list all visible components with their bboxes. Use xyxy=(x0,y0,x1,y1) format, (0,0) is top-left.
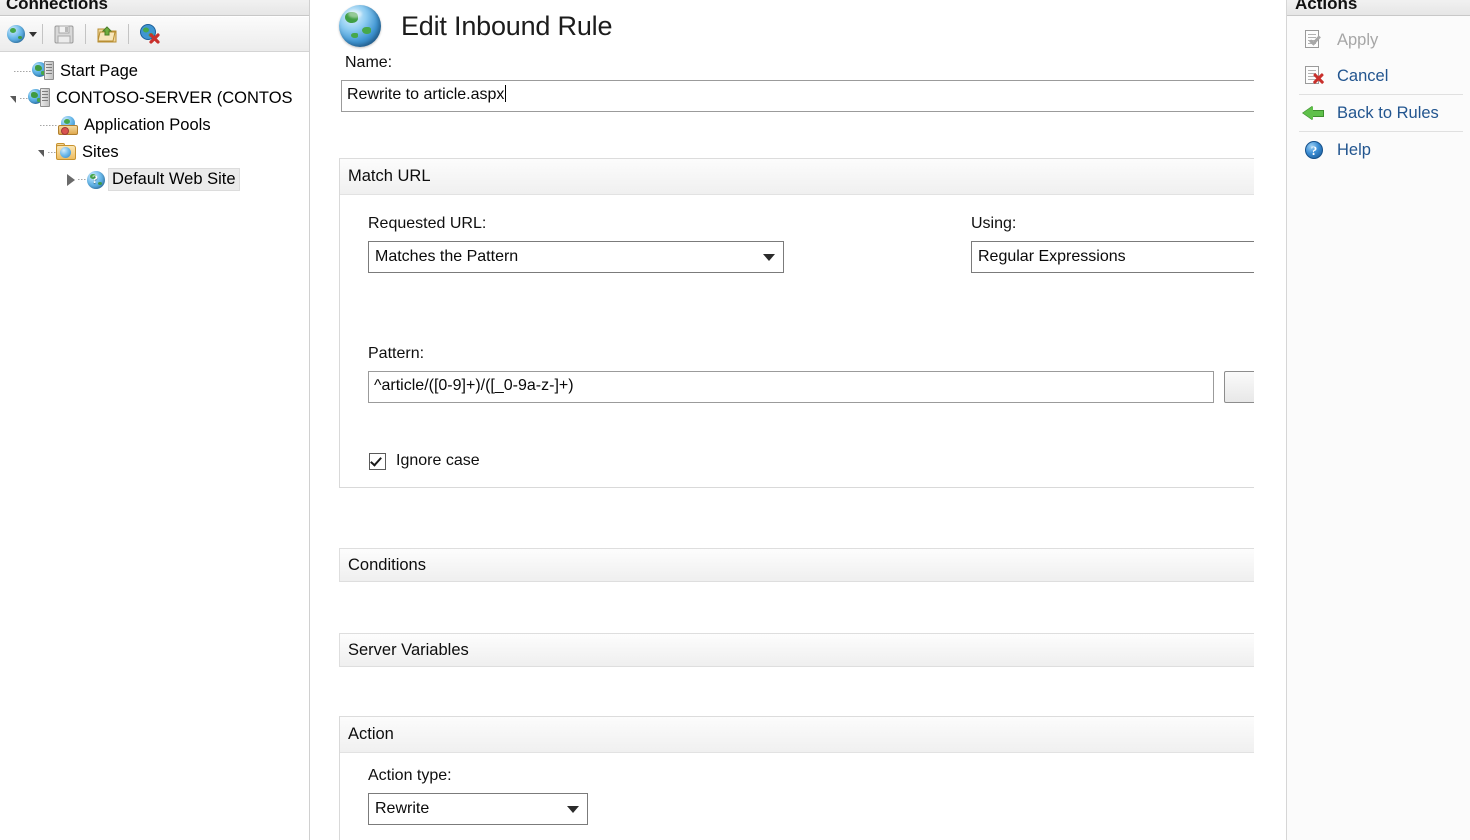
help-label: Help xyxy=(1337,140,1371,159)
name-label: Name: xyxy=(345,54,393,71)
cancel-label: Cancel xyxy=(1337,66,1389,85)
server-variables-title: Server Variables xyxy=(348,641,469,659)
page-title: Edit Inbound Rule xyxy=(401,10,613,41)
web-site-icon: ? xyxy=(86,170,108,190)
pattern-input[interactable]: ^article/([0-9]+)/([_0-9a-z-]+) xyxy=(368,371,1214,403)
chevron-down-icon xyxy=(28,31,37,37)
tree-item-label: CONTOSO-SERVER (CONTOS xyxy=(56,89,293,107)
tree-item-label: Start Page xyxy=(60,62,138,80)
expander-expanded-icon[interactable] xyxy=(34,146,48,160)
expander-collapsed-icon[interactable] xyxy=(64,173,78,187)
tree-item-sites[interactable]: Sites xyxy=(0,139,309,166)
back-to-rules-button[interactable]: Back to Rules xyxy=(1287,95,1470,131)
tree-connector xyxy=(40,125,58,126)
action-title: Action xyxy=(348,725,394,743)
ignore-case-label: Ignore case xyxy=(396,452,480,469)
connections-pane-title: Connections xyxy=(0,0,309,16)
text-cursor xyxy=(505,85,507,102)
open-connection-icon[interactable] xyxy=(92,20,122,48)
tree-connector xyxy=(14,71,32,72)
connections-toolbar xyxy=(0,17,309,52)
checkbox-checked-icon xyxy=(369,452,386,470)
tree-item-application-pools[interactable]: Application Pools xyxy=(0,112,309,139)
requested-url-value: Matches the Pattern xyxy=(375,248,519,265)
actions-list: Apply Cancel Back to Rules ? Help xyxy=(1287,22,1470,168)
toolbar-divider xyxy=(85,24,86,44)
apply-icon xyxy=(1303,29,1325,51)
pattern-input-value: ^article/([0-9]+)/([_0-9a-z-]+) xyxy=(374,377,574,394)
match-url-title-bar xyxy=(340,159,1254,195)
toolbar-divider xyxy=(42,24,43,44)
connect-to-site-icon[interactable] xyxy=(6,20,37,48)
expander-expanded-icon[interactable] xyxy=(6,92,20,106)
requested-url-label: Requested URL: xyxy=(368,215,487,232)
tree-item-start-page[interactable]: Start Page xyxy=(0,58,309,85)
tree-item-contoso-server[interactable]: CONTOSO-SERVER (CONTOS xyxy=(0,85,309,112)
conditions-title: Conditions xyxy=(348,556,426,574)
using-label: Using: xyxy=(971,215,1017,232)
sites-folder-icon xyxy=(56,143,78,162)
apply-button[interactable]: Apply xyxy=(1287,22,1470,58)
server-icon xyxy=(28,88,52,109)
save-connections-icon[interactable] xyxy=(49,20,79,48)
using-select[interactable]: Regular Expressions xyxy=(971,241,1254,273)
test-pattern-button[interactable] xyxy=(1224,371,1254,403)
tree-item-label: Sites xyxy=(82,143,119,161)
action-type-value: Rewrite xyxy=(375,800,430,817)
using-value: Regular Expressions xyxy=(978,248,1126,265)
back-arrow-icon xyxy=(1303,102,1325,124)
iis-manager-window: Connections Start Page CONTOSO-SERVER (C… xyxy=(0,0,1470,840)
back-to-rules-label: Back to Rules xyxy=(1337,103,1439,122)
tree-item-default-web-site[interactable]: ? Default Web Site xyxy=(0,166,309,193)
action-groupbox: Action Action type: Rewrite xyxy=(339,716,1254,840)
match-url-groupbox: Match URL Requested URL: Matches the Pat… xyxy=(339,158,1254,488)
apply-label: Apply xyxy=(1337,30,1379,49)
tree-item-label: Application Pools xyxy=(84,116,211,134)
chevron-down-icon xyxy=(763,254,775,264)
help-button[interactable]: ? Help xyxy=(1287,132,1470,168)
requested-url-select[interactable]: Matches the Pattern xyxy=(368,241,784,273)
pattern-label: Pattern: xyxy=(368,345,425,362)
conditions-section[interactable]: Conditions xyxy=(339,548,1254,582)
cancel-button[interactable]: Cancel xyxy=(1287,58,1470,94)
actions-pane-title: Actions xyxy=(1287,0,1470,16)
page-header: Edit Inbound Rule xyxy=(311,0,1254,52)
application-pools-icon xyxy=(58,115,80,136)
ignore-case-checkbox[interactable]: Ignore case xyxy=(369,452,480,470)
action-type-select[interactable]: Rewrite xyxy=(368,793,588,825)
cancel-icon xyxy=(1303,65,1325,87)
server-variables-section[interactable]: Server Variables xyxy=(339,633,1254,667)
chevron-down-icon xyxy=(567,806,579,816)
match-url-title: Match URL xyxy=(348,167,431,185)
connections-tree[interactable]: Start Page CONTOSO-SERVER (CONTOS Applic… xyxy=(0,54,309,840)
toolbar-divider xyxy=(128,24,129,44)
tree-item-label: Default Web Site xyxy=(108,168,240,191)
globe-icon xyxy=(339,5,381,47)
action-type-label: Action type: xyxy=(368,767,452,784)
action-title-bar xyxy=(340,717,1254,753)
tree-connector xyxy=(48,152,56,153)
actions-pane: Actions Apply Cancel Back to Rules ? Hel… xyxy=(1286,0,1470,840)
start-page-icon xyxy=(32,61,56,82)
content-pane: Edit Inbound Rule Name: Rewrite to artic… xyxy=(311,0,1254,840)
disconnect-icon[interactable] xyxy=(135,20,165,48)
tree-connector xyxy=(20,98,28,99)
connections-pane: Connections Start Page CONTOSO-SERVER (C… xyxy=(0,0,310,840)
tree-connector xyxy=(78,179,86,180)
name-input[interactable]: Rewrite to article.aspx xyxy=(341,80,1254,112)
help-icon: ? xyxy=(1303,139,1325,161)
name-input-value: Rewrite to article.aspx xyxy=(347,86,505,103)
